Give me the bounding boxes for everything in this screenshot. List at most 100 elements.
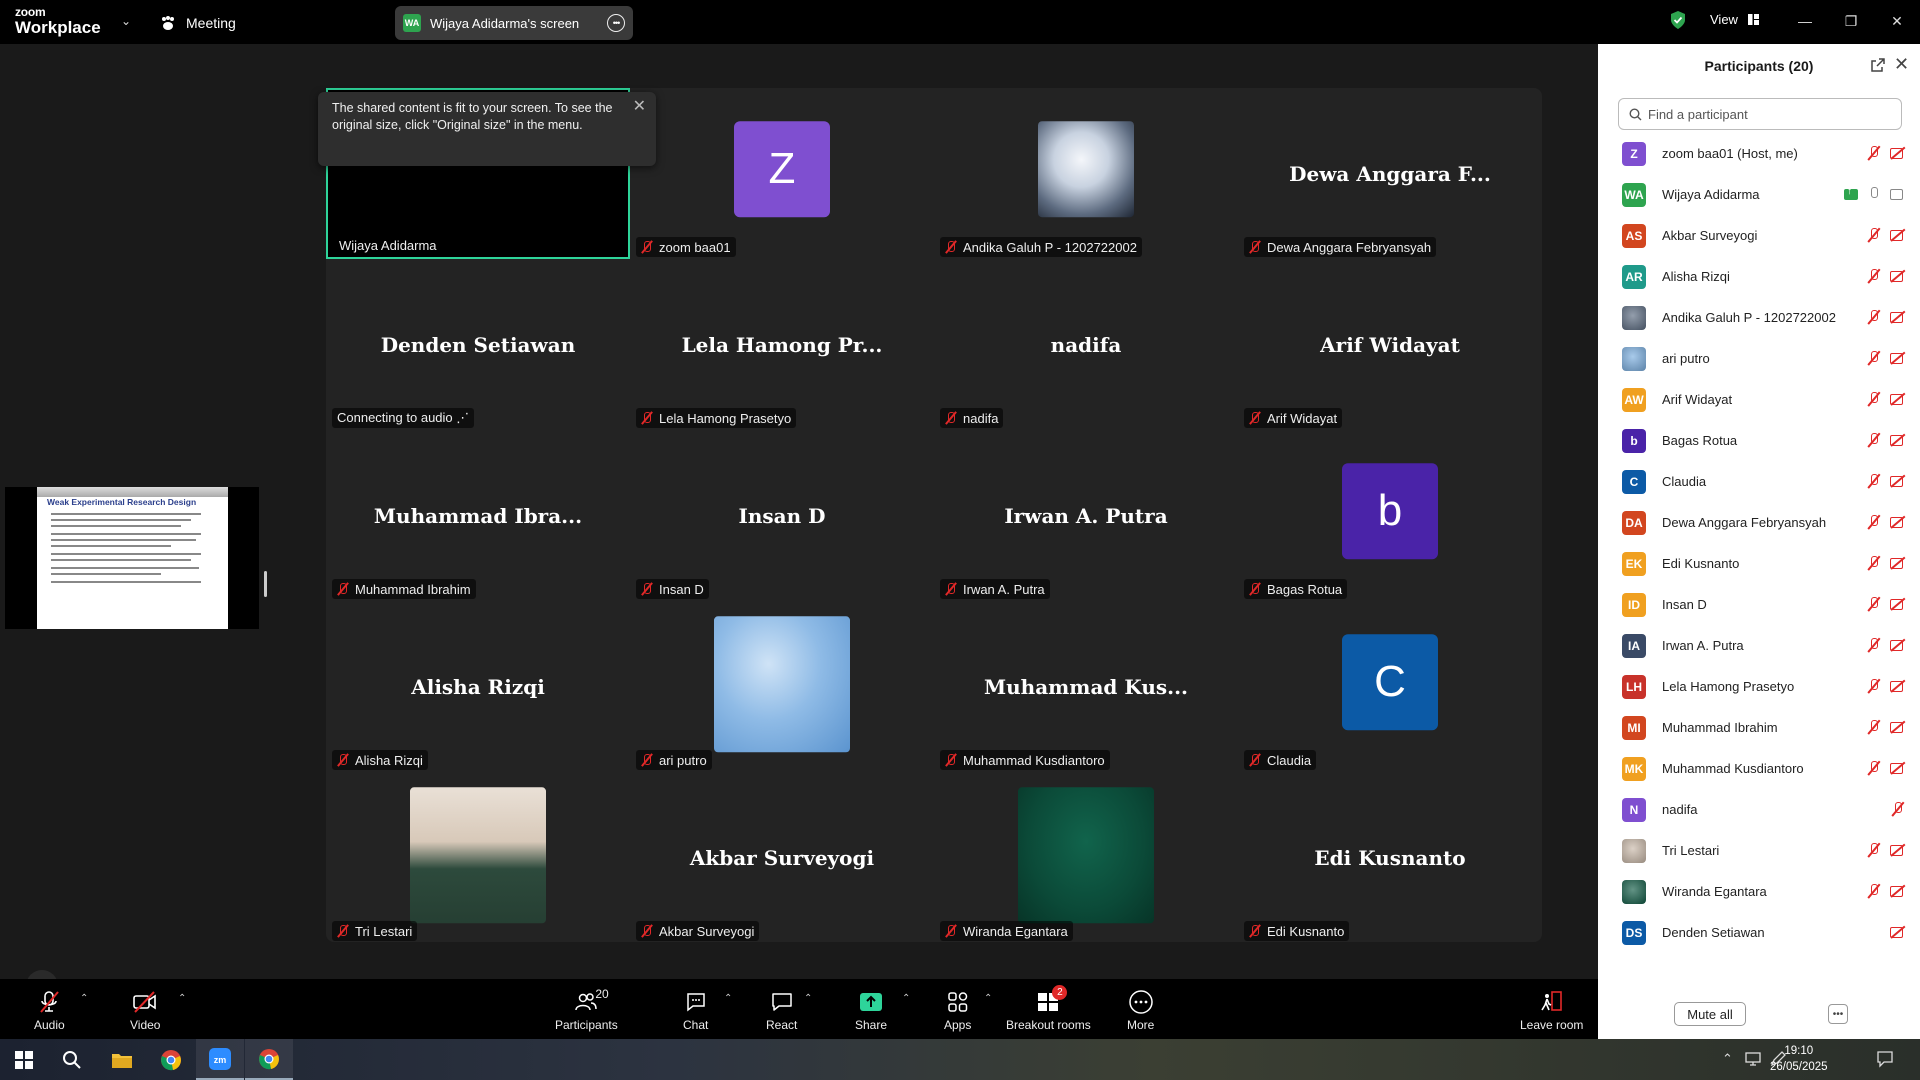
participant-tile[interactable]: Alisha Rizqi Alisha Rizqi	[326, 601, 630, 772]
chevron-up-icon[interactable]: ⌃	[902, 993, 910, 1004]
participant-row[interactable]: AR Alisha Rizqi	[1598, 256, 1920, 297]
close-icon[interactable]: ✕	[633, 98, 646, 115]
close-window-button[interactable]: ✕	[1882, 8, 1912, 34]
resize-handle[interactable]	[264, 571, 267, 597]
shield-icon[interactable]	[1670, 10, 1686, 30]
participant-search[interactable]	[1618, 98, 1902, 130]
chrome-button[interactable]	[147, 1039, 195, 1080]
participant-tile[interactable]: Zzoom baa01	[630, 88, 934, 259]
camera-off-icon[interactable]	[1890, 432, 1906, 448]
participant-tile[interactable]: ari putro	[630, 601, 934, 772]
participant-row[interactable]: C Claudia	[1598, 461, 1920, 502]
apps-button[interactable]: Apps	[944, 989, 971, 1032]
participant-tile[interactable]: C Claudia	[1238, 601, 1542, 772]
participants-button[interactable]: 20 Participants	[555, 987, 618, 1032]
mic-muted-icon[interactable]	[1866, 678, 1882, 694]
chevron-up-icon[interactable]: ⌃	[724, 993, 732, 1004]
chrome-window-button[interactable]	[245, 1039, 293, 1080]
chevron-up-icon[interactable]: ⌃	[1722, 1051, 1733, 1067]
participant-tile[interactable]: nadifa nadifa	[934, 259, 1238, 430]
camera-off-icon[interactable]	[1890, 596, 1906, 612]
mic-muted-icon[interactable]	[1866, 883, 1882, 899]
camera-off-icon[interactable]	[1890, 678, 1906, 694]
camera-icon[interactable]	[1890, 186, 1906, 202]
react-button[interactable]: React	[766, 989, 797, 1032]
camera-off-icon[interactable]	[1890, 309, 1906, 325]
zoom-logo[interactable]: zoom Workplace	[15, 6, 101, 36]
mic-muted-icon[interactable]	[1866, 514, 1882, 530]
notifications-icon[interactable]	[1876, 1050, 1894, 1068]
participant-tile[interactable]: Muhammad Ibra... Muhammad Ibrahim	[326, 430, 630, 601]
participant-row[interactable]: MI Muhammad Ibrahim	[1598, 707, 1920, 748]
participant-row[interactable]: DA Dewa Anggara Febryansyah	[1598, 502, 1920, 543]
camera-off-icon[interactable]	[1890, 391, 1906, 407]
camera-off-icon[interactable]	[1890, 719, 1906, 735]
camera-off-icon[interactable]	[1890, 514, 1906, 530]
zoom-app-button[interactable]: zm	[196, 1039, 244, 1080]
camera-off-icon[interactable]	[1890, 350, 1906, 366]
chat-button[interactable]: Chat	[683, 989, 708, 1032]
meeting-menu-button[interactable]: Meeting	[160, 12, 236, 34]
camera-off-icon[interactable]	[1890, 145, 1906, 161]
participant-tile[interactable]: Edi Kusnanto Edi Kusnanto	[1238, 772, 1542, 943]
participant-row[interactable]: Nnadifa	[1598, 789, 1920, 830]
mic-muted-icon[interactable]	[1866, 432, 1882, 448]
mic-icon[interactable]	[1866, 186, 1882, 202]
chevron-up-icon[interactable]: ⌃	[178, 993, 186, 1004]
participant-tile[interactable]: Arif Widayat Arif Widayat	[1238, 259, 1542, 430]
participant-row[interactable]: EK Edi Kusnanto	[1598, 543, 1920, 584]
more-options-icon[interactable]: •••	[607, 14, 625, 32]
camera-off-icon[interactable]	[1890, 924, 1906, 940]
camera-off-icon[interactable]	[1890, 473, 1906, 489]
participant-row[interactable]: IA Irwan A. Putra	[1598, 625, 1920, 666]
minimize-button[interactable]: —	[1790, 8, 1820, 34]
participant-row[interactable]: ID Insan D	[1598, 584, 1920, 625]
participant-tile[interactable]: Muhammad Kus... Muhammad Kusdiantoro	[934, 601, 1238, 772]
mic-muted-icon[interactable]	[1866, 227, 1882, 243]
screen-share-indicator[interactable]: WA Wijaya Adidarma's screen •••	[395, 6, 633, 40]
network-icon[interactable]	[1744, 1051, 1762, 1067]
more-options-button[interactable]: •••	[1828, 1004, 1848, 1024]
chevron-up-icon[interactable]: ⌃	[984, 993, 992, 1004]
mic-muted-icon[interactable]	[1866, 637, 1882, 653]
chevron-down-icon[interactable]: ⌄	[121, 14, 131, 28]
mic-muted-icon[interactable]	[1866, 391, 1882, 407]
chevron-up-icon[interactable]: ⌃	[80, 993, 88, 1004]
start-button[interactable]	[0, 1039, 48, 1080]
participant-row[interactable]: AW Arif Widayat	[1598, 379, 1920, 420]
mic-muted-icon[interactable]	[1866, 145, 1882, 161]
camera-off-icon[interactable]	[1890, 842, 1906, 858]
participant-tile[interactable]: Insan D Insan D	[630, 430, 934, 601]
restore-button[interactable]: ❐	[1836, 8, 1866, 34]
participant-row[interactable]: b Bagas Rotua	[1598, 420, 1920, 461]
camera-off-icon[interactable]	[1890, 760, 1906, 776]
participant-row[interactable]: AS Akbar Surveyogi	[1598, 215, 1920, 256]
participant-tile[interactable]: Tri Lestari	[326, 772, 630, 943]
system-clock[interactable]: 19:10 26/05/2025	[1770, 1043, 1828, 1075]
pop-out-icon[interactable]	[1870, 57, 1886, 73]
participant-tile[interactable]: Wiranda Egantara	[934, 772, 1238, 943]
leave-room-button[interactable]: Leave room	[1520, 989, 1583, 1032]
close-panel-icon[interactable]: ✕	[1894, 54, 1909, 75]
mic-muted-icon[interactable]	[1866, 473, 1882, 489]
mic-muted-icon[interactable]	[1866, 842, 1882, 858]
participant-tile[interactable]: Akbar Surveyogi Akbar Surveyogi	[630, 772, 934, 943]
camera-off-icon[interactable]	[1890, 883, 1906, 899]
search-input[interactable]	[1648, 106, 1888, 122]
camera-off-icon[interactable]	[1890, 268, 1906, 284]
participant-row[interactable]: WA Wijaya Adidarma	[1598, 174, 1920, 215]
participant-row[interactable]: Tri Lestari	[1598, 830, 1920, 871]
mic-muted-icon[interactable]	[1866, 555, 1882, 571]
participant-tile[interactable]: Irwan A. Putra Irwan A. Putra	[934, 430, 1238, 601]
search-button[interactable]	[48, 1039, 96, 1080]
video-button[interactable]: Video	[130, 989, 160, 1032]
view-button[interactable]: View	[1710, 12, 1759, 27]
participant-row[interactable]: Andika Galuh P - 1202722002	[1598, 297, 1920, 338]
camera-off-icon[interactable]	[1890, 637, 1906, 653]
camera-off-icon[interactable]	[1890, 227, 1906, 243]
participant-row[interactable]: DS Denden Setiawan	[1598, 912, 1920, 953]
mic-muted-icon[interactable]	[1866, 760, 1882, 776]
shared-screen-thumbnail[interactable]: Weak Experimental Research Design	[5, 487, 259, 629]
mic-muted-icon[interactable]	[1866, 309, 1882, 325]
camera-off-icon[interactable]	[1890, 555, 1906, 571]
